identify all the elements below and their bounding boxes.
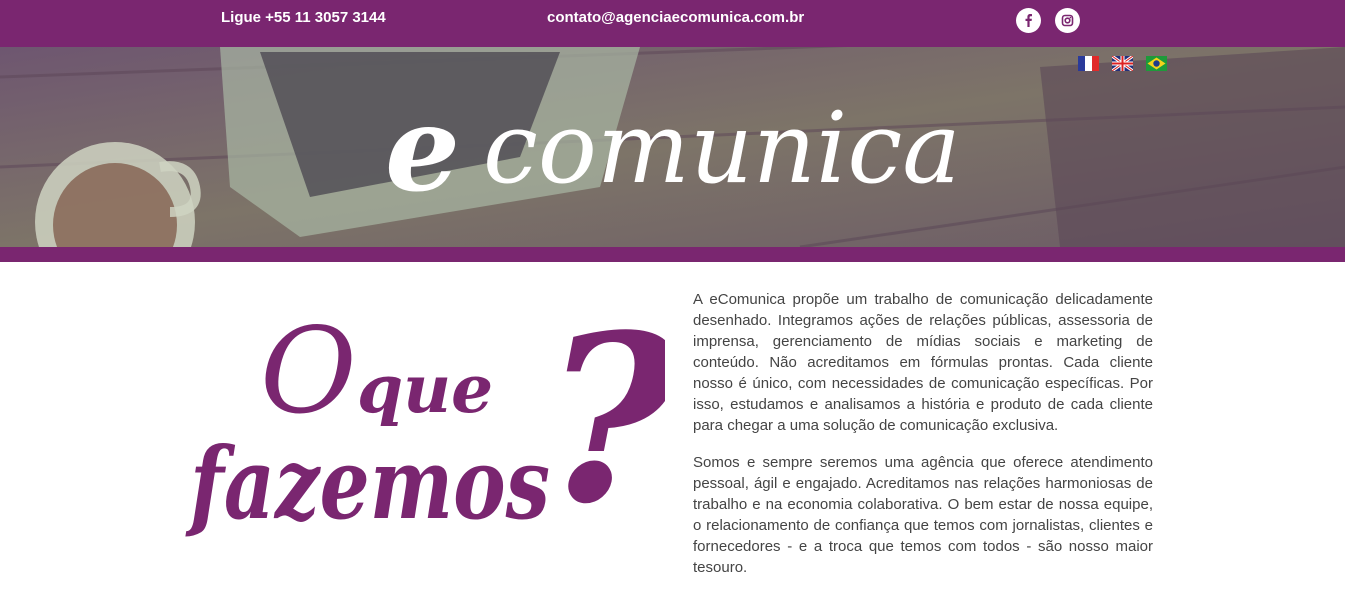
phone-link[interactable]: Ligue +55 11 3057 3144 (221, 9, 386, 26)
headline-word-fazemos: fazemos (185, 427, 550, 542)
svg-text:e: e (385, 90, 460, 202)
instagram-icon[interactable] (1055, 8, 1080, 33)
headline-word-que: que (357, 350, 493, 428)
section-headline: O que fazemos ? (185, 285, 680, 570)
about-paragraph-1: A eComunica propõe um trabalho de comuni… (693, 291, 1153, 434)
headline-question-mark: ? (543, 300, 665, 555)
brazil-flag-icon[interactable] (1146, 56, 1167, 71)
hero-bottom-strip (0, 247, 1345, 262)
french-flag-icon[interactable] (1078, 56, 1099, 71)
headline-word-o: O (260, 302, 357, 440)
about-text: A eComunica propõe um trabalho de comuni… (693, 289, 1153, 594)
top-bar: Ligue +55 11 3057 3144 contato@agenciaec… (0, 0, 1345, 47)
svg-text:comunica: comunica (483, 92, 961, 202)
ecomunica-logo[interactable]: e comunica (383, 79, 963, 218)
english-flag-icon[interactable] (1112, 56, 1133, 71)
facebook-icon[interactable] (1016, 8, 1041, 33)
about-paragraph-2: Somos e sempre seremos uma agência que o… (693, 454, 1153, 576)
email-link[interactable]: contato@agenciaecomunica.com.br (547, 9, 804, 26)
